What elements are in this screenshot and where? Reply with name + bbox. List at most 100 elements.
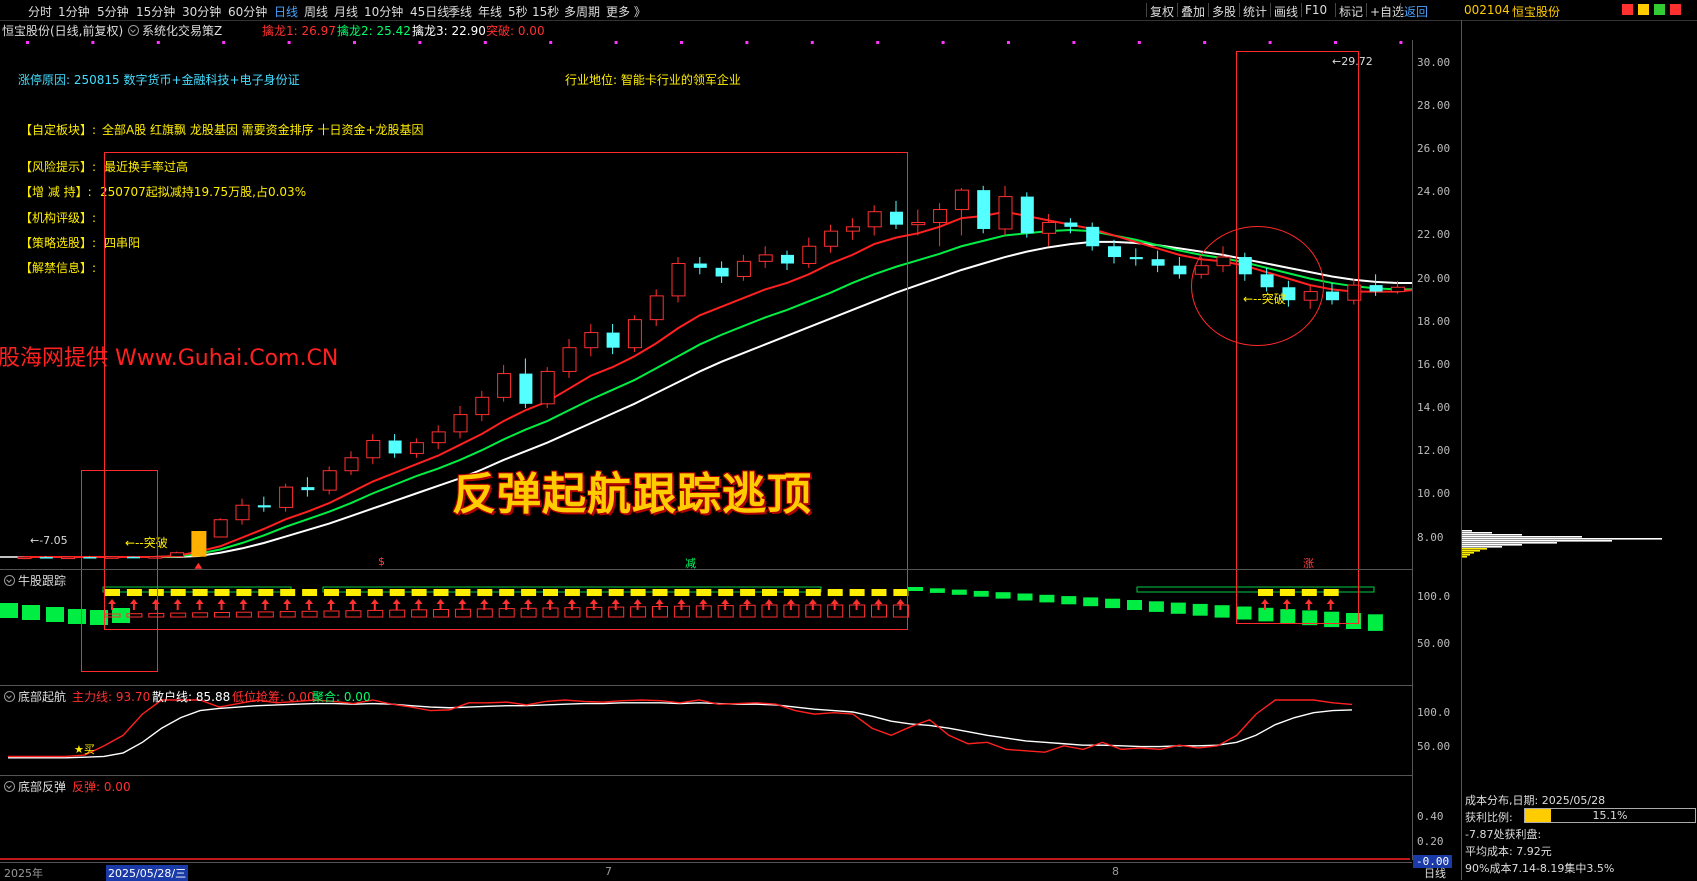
flag-icon[interactable] — [1622, 4, 1633, 15]
period-tab-9[interactable]: 10分钟 — [364, 3, 403, 20]
cost-bar — [1462, 538, 1662, 540]
main-line-value: 主力线: 93.70 — [72, 690, 151, 704]
candle-down — [1064, 222, 1078, 227]
price-tick: 10.00 — [1417, 487, 1451, 501]
indicator-tick: 0.20 — [1417, 835, 1444, 848]
candle-up — [998, 196, 1013, 230]
price-tick: 20.00 — [1417, 271, 1451, 285]
month-7-label: 7 — [605, 865, 612, 878]
toolbar-button-6[interactable]: 标记 — [1339, 3, 1363, 20]
panel-qihang-title[interactable]: 底部起航 — [4, 688, 66, 705]
niu-green-bar — [929, 588, 945, 593]
tupo-value: 突破: 0.00 — [486, 24, 545, 38]
period-tab-15[interactable]: 多周期 — [564, 3, 600, 20]
period-tab-3[interactable]: 15分钟 — [136, 3, 175, 20]
cost-bar — [1462, 548, 1487, 550]
panel-settings-icon — [4, 575, 15, 586]
panel-niu-title[interactable]: 牛股跟踪 — [4, 572, 66, 589]
period-tab-13[interactable]: 5秒 — [508, 3, 528, 20]
breakout-circle — [1191, 226, 1324, 346]
settings-icon[interactable] — [1670, 4, 1681, 15]
period-tab-0[interactable]: 分时 — [28, 3, 52, 20]
indicator-tick: 0.40 — [1417, 810, 1444, 823]
low-buy-value: 低位抢筹: 0.00 — [232, 690, 315, 704]
toolbar-button-1[interactable]: 叠加 — [1181, 3, 1205, 20]
date-axis: 2025年 2025/05/28/三 7 8 日线 — [0, 862, 1446, 881]
toolbar-button-7[interactable]: +自选 — [1370, 3, 1404, 20]
period-tab-7[interactable]: 周线 — [304, 3, 328, 20]
indicator-tick: 100.0 — [1417, 706, 1451, 719]
niu-green-block — [46, 607, 64, 622]
stock-code: 002104 — [1464, 3, 1510, 17]
period-tab-5[interactable]: 60分钟 — [228, 3, 267, 20]
niu-green-bar — [908, 587, 923, 591]
toolbar-button-4[interactable]: 画线 — [1274, 3, 1298, 20]
chart-name: 恒宝股份(日线,前复权) — [2, 24, 124, 38]
custom-sector-label: 【自定板块】: — [20, 123, 97, 137]
strategy-name: 系统化交易策Z — [142, 24, 223, 38]
period-tab-1[interactable]: 1分钟 — [58, 3, 90, 20]
niu-green-bar — [1127, 600, 1142, 610]
cost-bar — [1462, 542, 1557, 544]
toolbar-separator — [1270, 3, 1271, 17]
candle-down — [1020, 196, 1034, 234]
strategy-pick-label: 【策略选股】: — [20, 236, 97, 250]
candle-down — [1129, 257, 1143, 260]
price-tick: 18.00 — [1417, 314, 1451, 328]
period-tab-11[interactable]: 季线 — [448, 3, 472, 20]
panel-fantan-title[interactable]: 底部反弹 — [4, 778, 66, 795]
cost-bar — [1462, 546, 1502, 548]
profit-value: 15.1% — [1592, 809, 1628, 822]
candle-down — [977, 190, 991, 229]
strategy-selector[interactable]: 系统化交易策Z — [128, 22, 222, 39]
marker-dot — [353, 41, 356, 44]
marker-dot — [745, 41, 749, 44]
marker-dot — [941, 41, 945, 44]
confluence-value: 聚合: 0.00 — [312, 690, 371, 704]
industry-position: 行业地位: 智能卡行业的领军企业 — [565, 73, 741, 87]
period-tab-8[interactable]: 月线 — [334, 3, 358, 20]
period-tab-10[interactable]: 45日线 — [410, 3, 449, 20]
period-tab-14[interactable]: 15秒 — [532, 3, 559, 20]
period-label: 日线 — [1424, 867, 1446, 880]
cost-bar — [1462, 532, 1492, 534]
period-tab-4[interactable]: 30分钟 — [182, 3, 221, 20]
niu-green-bar — [973, 590, 989, 597]
toolbar-button-3[interactable]: 统计 — [1243, 3, 1267, 20]
marker-dot — [287, 41, 291, 44]
concentration: 90%成本7.14-8.19集中3.5% — [1465, 862, 1615, 875]
cursor-date: 2025/05/28/三 — [106, 865, 189, 881]
arrow-icon[interactable] — [1638, 4, 1649, 15]
period-tab-2[interactable]: 5分钟 — [97, 3, 129, 20]
cost-title: 成本分布,日期: 2025/05/28 — [1465, 794, 1606, 807]
toolbar-button-5[interactable]: F10 — [1305, 3, 1327, 17]
niu-green-bar — [1039, 594, 1055, 603]
niu-green-block — [22, 605, 40, 620]
period-tab-12[interactable]: 年线 — [478, 3, 502, 20]
candle-up — [61, 556, 76, 560]
toolbar-button-8[interactable]: 返回 — [1404, 3, 1428, 20]
niu-green-bar — [1367, 614, 1383, 631]
cost-bar — [1462, 536, 1582, 538]
period-tab-6[interactable]: 日线 — [274, 3, 298, 20]
marker-dot — [1203, 41, 1207, 44]
marker-dot — [222, 41, 226, 44]
trend-highlight-box — [104, 152, 908, 630]
main-line — [8, 699, 1353, 758]
start-highlight-box — [81, 470, 158, 672]
candle-down — [1108, 246, 1121, 258]
triangle-icon[interactable] — [1654, 4, 1665, 15]
marker-dot — [1072, 41, 1076, 44]
buy-mark: ★买 — [74, 743, 95, 756]
qinlong1-value: 擒龙1: 26.97 — [262, 24, 336, 38]
niu-green-bar — [1214, 605, 1230, 618]
marker-dot — [614, 41, 618, 44]
panel-settings-icon — [4, 781, 15, 792]
panel-fantan-label: 底部反弹 — [18, 780, 67, 794]
candle-up — [933, 209, 948, 224]
toolbar-button-0[interactable]: 复权 — [1150, 3, 1174, 20]
period-tab-16[interactable]: 更多 》 — [606, 3, 646, 20]
price-tick: 14.00 — [1417, 401, 1451, 415]
toolbar-separator — [1146, 3, 1147, 17]
toolbar-button-2[interactable]: 多股 — [1212, 3, 1236, 20]
